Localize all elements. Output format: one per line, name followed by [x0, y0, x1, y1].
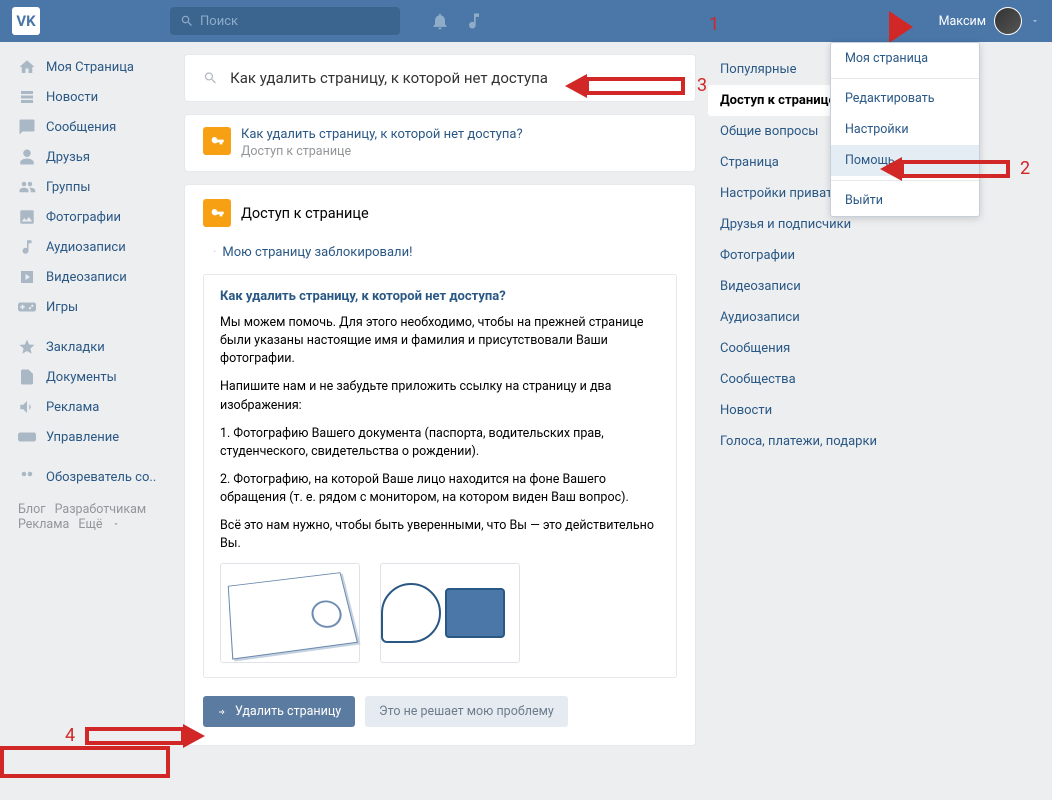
annotation-arrow-2 — [900, 160, 1010, 178]
sidebar-item-manage[interactable]: Управление — [12, 422, 172, 452]
menu-logout[interactable]: Выйти — [831, 185, 979, 216]
sidebar-item-documents[interactable]: Документы — [12, 362, 172, 392]
sidebar-item-label: Видеозаписи — [46, 270, 127, 285]
annotation-arrowhead-1 — [889, 11, 913, 43]
sidebar-item-bookmarks[interactable]: Закладки — [12, 332, 172, 362]
footer-blog[interactable]: Блог — [18, 502, 45, 517]
annotation-number-3: 3 — [697, 75, 707, 96]
sidebar-item-games[interactable]: Игры — [12, 292, 172, 322]
user-name: Максим — [939, 14, 986, 29]
category-payments[interactable]: Голоса, платежи, подарки — [708, 426, 955, 457]
button-label: Удалить страницу — [235, 704, 341, 719]
sidebar-item-audio[interactable]: Аудиозаписи — [12, 232, 172, 262]
sidebar-item-label: Моя Страница — [46, 60, 134, 75]
menu-my-page[interactable]: Моя страница — [831, 43, 979, 74]
music-icon[interactable] — [464, 11, 484, 31]
annotation-number-2: 2 — [1020, 158, 1030, 179]
vk-logo[interactable]: VK — [12, 7, 40, 35]
sidebar-item-label: Аудиозаписи — [46, 240, 126, 255]
category-video[interactable]: Видеозаписи — [708, 271, 955, 302]
sidebar-item-ads[interactable]: Реклама — [12, 392, 172, 422]
category-news[interactable]: Новости — [708, 395, 955, 426]
sidebar-item-label: Обозреватель со.. — [46, 470, 156, 485]
arrow-right-icon — [217, 706, 229, 718]
profile-dropdown: Моя страница Редактировать Настройки Пом… — [830, 42, 980, 217]
category-communities[interactable]: Сообщества — [708, 364, 955, 395]
main-column: Как удалить страницу, к которой нет дост… — [184, 42, 696, 746]
menu-edit[interactable]: Редактировать — [831, 83, 979, 114]
article-paragraph: Мы можем помочь. Для этого необходимо, ч… — [220, 314, 660, 368]
footer-more[interactable]: Ещё — [78, 517, 119, 532]
footer-ads[interactable]: Реклама — [18, 517, 69, 532]
sidebar-item-photos[interactable]: Фотографии — [12, 202, 172, 232]
chevron-down-icon — [1030, 16, 1040, 26]
top-icons — [430, 11, 484, 31]
key-icon — [203, 199, 231, 227]
section-title: Доступ к странице — [241, 205, 369, 222]
sidebar-item-label: Закладки — [46, 340, 105, 355]
sidebar-item-friends[interactable]: Друзья — [12, 142, 172, 172]
category-messages[interactable]: Сообщения — [708, 333, 955, 364]
article-paragraph: 2. Фотографию, на которой Ваше лицо нахо… — [220, 471, 660, 507]
sidebar-item-groups[interactable]: Группы — [12, 172, 172, 202]
annotation-number-4: 4 — [65, 725, 75, 746]
illustration-document — [220, 563, 360, 663]
article-paragraph: 1. Фотографию Вашего документа (паспорта… — [220, 425, 660, 461]
sidebar-item-label: Игры — [46, 300, 78, 315]
sidebar-item-label: Управление — [46, 430, 119, 445]
result-title: Как удалить страницу, к которой нет дост… — [241, 127, 523, 142]
sidebar-item-label: Документы — [46, 370, 117, 385]
chevron-down-icon — [112, 520, 120, 528]
sidebar-item-video[interactable]: Видеозаписи — [12, 262, 172, 292]
article-paragraph: Напишите нам и не забудьте приложить ссы… — [220, 378, 660, 414]
delete-page-button[interactable]: Удалить страницу — [203, 696, 355, 727]
search-result-card[interactable]: Как удалить страницу, к которой нет дост… — [184, 114, 696, 172]
article-title: Как удалить страницу, к которой нет дост… — [220, 289, 660, 304]
sidebar-item-label: Группы — [46, 180, 90, 195]
menu-settings[interactable]: Настройки — [831, 114, 979, 145]
annotation-arrow-4 — [85, 727, 185, 745]
category-audio[interactable]: Аудиозаписи — [708, 302, 955, 333]
article-box: Как удалить страницу, к которой нет дост… — [203, 274, 677, 678]
search-icon — [203, 70, 218, 86]
sidebar-item-news[interactable]: Новости — [12, 82, 172, 112]
sidebar-item-label: Фотографии — [46, 210, 121, 225]
annotation-arrow-1 — [0, 746, 170, 778]
illustration-support — [380, 563, 520, 663]
category-photos[interactable]: Фотографии — [708, 240, 955, 271]
search-icon — [180, 14, 194, 28]
sidebar: Моя Страница Новости Сообщения Друзья Гр… — [12, 42, 172, 746]
content-card: Доступ к странице ·Мою страницу заблокир… — [184, 184, 696, 746]
sidebar-item-label: Сообщения — [46, 120, 116, 135]
sidebar-item-label: Реклама — [46, 400, 99, 415]
key-icon — [203, 127, 231, 155]
footer-links: Блог Разработчикам Реклама Ещё — [12, 492, 172, 542]
sidebar-item-my-page[interactable]: Моя Страница — [12, 52, 172, 82]
article-link-blocked[interactable]: ·Мою страницу заблокировали! — [203, 241, 677, 268]
result-subtitle: Доступ к странице — [241, 144, 523, 159]
annotation-arrow-3 — [585, 77, 685, 95]
sidebar-item-messages[interactable]: Сообщения — [12, 112, 172, 142]
avatar — [994, 7, 1022, 35]
article-paragraph: Всё это нам нужно, чтобы быть уверенными… — [220, 517, 660, 553]
sidebar-item-label: Новости — [46, 90, 98, 105]
bell-icon[interactable] — [430, 11, 450, 31]
annotation-number-1: 1 — [709, 14, 719, 35]
footer-devs[interactable]: Разработчикам — [55, 502, 147, 517]
sidebar-item-community-browser[interactable]: Обозреватель со.. — [12, 462, 172, 492]
sidebar-item-label: Друзья — [46, 150, 90, 165]
menu-separator — [831, 78, 979, 79]
global-search[interactable]: Поиск — [170, 7, 400, 35]
user-menu-trigger[interactable]: Максим — [939, 7, 1040, 35]
menu-separator — [831, 180, 979, 181]
search-placeholder: Поиск — [200, 14, 238, 29]
not-helpful-button[interactable]: Это не решает мою проблему — [365, 696, 568, 727]
